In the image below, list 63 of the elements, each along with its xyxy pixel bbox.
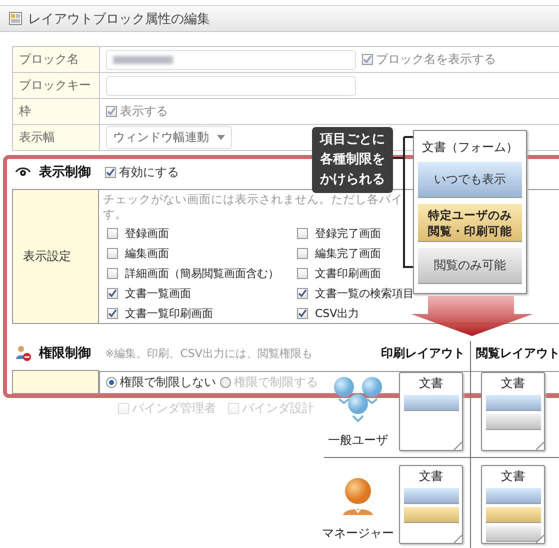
checkbox[interactable]: 文書一覧の検索項目 — [297, 286, 414, 301]
checkbox[interactable]: 登録完了画面 — [297, 226, 381, 241]
checkbox[interactable]: 登録画面 — [107, 226, 169, 241]
window-title: レイアウトブロック属性の編集 — [28, 10, 210, 28]
content-block — [486, 506, 540, 522]
section-title: 権限制御 — [39, 345, 91, 362]
section-title: 表示制御 — [39, 164, 91, 181]
legend-item: 特定ユーザのみ閲覧・印刷可能 — [418, 204, 522, 242]
checkbox[interactable]: 表示する — [106, 103, 168, 120]
content-block — [486, 414, 540, 430]
document-title: 文書 — [419, 374, 443, 392]
note-text: ※編集、印刷、CSV出力には、閲覧権限も — [105, 346, 312, 360]
eye-icon — [15, 167, 31, 177]
checkbox[interactable]: 詳細画面（簡易閲覧画面含む） — [107, 266, 279, 281]
checkbox[interactable]: 編集画面 — [107, 246, 169, 261]
content-block — [404, 488, 458, 504]
field-label: 表示設定 — [12, 190, 98, 324]
content-block — [486, 488, 540, 504]
checkbox[interactable]: 編集完了画面 — [297, 246, 381, 261]
document-title: 文書 — [419, 468, 443, 484]
column-header: 印刷レイアウト — [380, 344, 466, 362]
checkmark-icon — [298, 309, 307, 318]
user-label: マネージャー — [322, 525, 394, 542]
checkmark-icon — [107, 107, 116, 116]
checkbox[interactable]: CSV出力 — [297, 306, 360, 321]
checkmark-icon — [106, 168, 115, 176]
checkmark-icon — [298, 289, 307, 298]
legend-item: 閲覧のみ可能 — [418, 248, 522, 284]
checkmark-icon — [363, 55, 372, 64]
legend-item: いつでも表示 — [418, 162, 522, 198]
callout-text: 項目ごとに 各種制限を かけられる — [312, 127, 393, 193]
content-block — [486, 526, 540, 542]
blurred-text — [113, 56, 173, 64]
document-title: 文書 — [501, 468, 525, 484]
column-header: 閲覧レイアウト — [470, 341, 559, 365]
checkmark-icon — [108, 289, 117, 298]
width-select[interactable]: ウィンドウ幅連動 — [106, 126, 232, 149]
field-label: 表示幅 — [12, 124, 100, 150]
content-block — [404, 506, 458, 522]
text-field[interactable] — [106, 76, 356, 96]
user-restriction-icon — [15, 345, 31, 361]
field-label: ブロック名 — [12, 46, 100, 72]
checkbox[interactable]: 文書一覧印刷画面 — [107, 306, 213, 321]
content-block — [404, 394, 458, 410]
caret-icon — [217, 135, 225, 140]
user-label: 一般ユーザ — [328, 432, 388, 449]
checkbox[interactable]: 文書印刷画面 — [297, 266, 381, 281]
field-label: 枠 — [12, 98, 100, 124]
document-title: 文書 — [501, 374, 525, 392]
description-text: チェックがない画面には表示されません。ただし各バイ — [103, 192, 403, 207]
layout-icon — [9, 12, 22, 25]
person-icon — [342, 477, 374, 515]
content-block — [486, 394, 540, 410]
text-field[interactable] — [106, 50, 356, 70]
description-text: す。 — [103, 207, 127, 222]
checkmark-icon — [108, 309, 117, 318]
people-icon — [333, 377, 383, 422]
checkbox[interactable]: ブロック名を表示する — [362, 51, 496, 68]
radio-button[interactable]: 権限で制限しない — [106, 374, 216, 390]
field-label: ブロックキー — [12, 72, 100, 98]
checkbox[interactable]: 有効にする — [105, 164, 179, 180]
checkbox[interactable]: 文書一覧画面 — [107, 286, 191, 301]
legend-title: 文書（フォーム） — [422, 139, 518, 156]
